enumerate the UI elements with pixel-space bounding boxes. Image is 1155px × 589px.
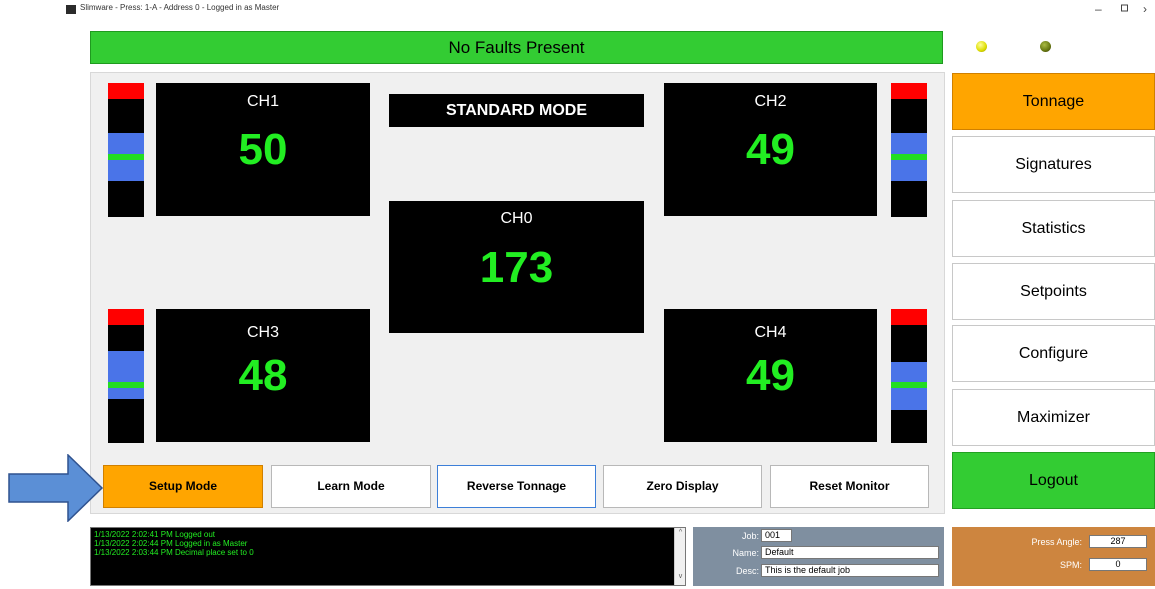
reverse-tonnage-button[interactable]: Reverse Tonnage: [437, 465, 596, 508]
spm-label: SPM:: [1059, 560, 1082, 570]
window-title: Slimware - Press: 1-A - Address 0 - Logg…: [80, 3, 280, 12]
ch0-value: 173: [479, 243, 554, 292]
press-panel: Press Angle: 287 SPM: 0: [952, 527, 1155, 586]
ch3-label: CH3: [246, 324, 279, 341]
status-led-olive: [1040, 41, 1051, 52]
nav-maximizer[interactable]: Maximizer: [952, 389, 1155, 446]
ch3-value: 48: [238, 351, 288, 400]
ch1-label: CH1: [246, 93, 279, 110]
ch3-display: CH3 48: [156, 309, 370, 442]
pointer-arrow-icon: [8, 454, 104, 522]
restore-icon[interactable]: [1120, 2, 1130, 17]
log-entry: 1/13/2022 2:03:44 PM Decimal place set t…: [94, 548, 254, 557]
ch4-display: CH4 49: [664, 309, 877, 442]
ch4-label: CH4: [754, 324, 787, 341]
ch0-display: CH0 173: [389, 201, 644, 333]
ch2-label: CH2: [754, 93, 787, 110]
job-desc-field[interactable]: This is the default job: [761, 564, 939, 577]
ch4-value: 49: [746, 351, 795, 400]
event-log: 1/13/2022 2:02:41 PM Logged out 1/13/202…: [90, 527, 686, 586]
app-icon: [66, 5, 76, 14]
meter-level-green: [108, 154, 144, 160]
nav-configure[interactable]: Configure: [952, 325, 1155, 382]
reset-monitor-button[interactable]: Reset Monitor: [770, 465, 929, 508]
meter-limit-red: [891, 309, 927, 325]
spm-field: 0: [1089, 558, 1147, 571]
scroll-down-icon[interactable]: v: [675, 573, 686, 580]
ch4-meter: [891, 309, 927, 443]
zero-display-button[interactable]: Zero Display: [603, 465, 762, 508]
nav-signatures[interactable]: Signatures: [952, 136, 1155, 193]
press-angle-label: Press Angle:: [1031, 537, 1082, 547]
status-led-yellow: [976, 41, 987, 52]
nav-setpoints[interactable]: Setpoints: [952, 263, 1155, 320]
ch1-meter: [108, 83, 144, 217]
window-titlebar: Slimware - Press: 1-A - Address 0 - Logg…: [0, 0, 1155, 24]
meter-level-green: [891, 154, 927, 160]
desc-label: Desc:: [735, 566, 759, 576]
ch2-value: 49: [746, 125, 795, 174]
name-label: Name:: [732, 548, 759, 558]
meter-limit-red: [108, 83, 144, 99]
job-number-field[interactable]: 001: [761, 529, 792, 542]
nav-tonnage[interactable]: Tonnage: [952, 73, 1155, 130]
meter-limit-red: [108, 309, 144, 325]
learn-mode-button[interactable]: Learn Mode: [271, 465, 431, 508]
ch1-value: 50: [238, 125, 288, 174]
close-icon[interactable]: ›: [1143, 2, 1147, 16]
job-name-field[interactable]: Default: [761, 546, 939, 559]
nav-statistics[interactable]: Statistics: [952, 200, 1155, 257]
ch1-display: CH1 50: [156, 83, 370, 216]
ch3-meter: [108, 309, 144, 443]
mode-indicator: STANDARD MODE: [389, 94, 644, 127]
ch0-label: CH0: [500, 210, 533, 227]
job-panel: Job: 001 Name: Default Desc: This is the…: [693, 527, 944, 586]
meter-limit-red: [891, 83, 927, 99]
press-angle-field: 287: [1089, 535, 1147, 548]
fault-status-bar: No Faults Present: [90, 31, 943, 64]
setup-mode-button[interactable]: Setup Mode: [103, 465, 263, 508]
ch2-meter: [891, 83, 927, 217]
meter-level-green: [891, 382, 927, 388]
meter-band-blue: [108, 351, 144, 399]
scroll-up-icon[interactable]: ^: [675, 529, 686, 536]
meter-level-green: [108, 382, 144, 388]
ch2-display: CH2 49: [664, 83, 877, 216]
log-scrollbar[interactable]: ^ v: [674, 528, 685, 585]
logout-button[interactable]: Logout: [952, 452, 1155, 509]
minimize-icon[interactable]: –: [1095, 2, 1102, 16]
job-label: Job:: [741, 531, 759, 541]
